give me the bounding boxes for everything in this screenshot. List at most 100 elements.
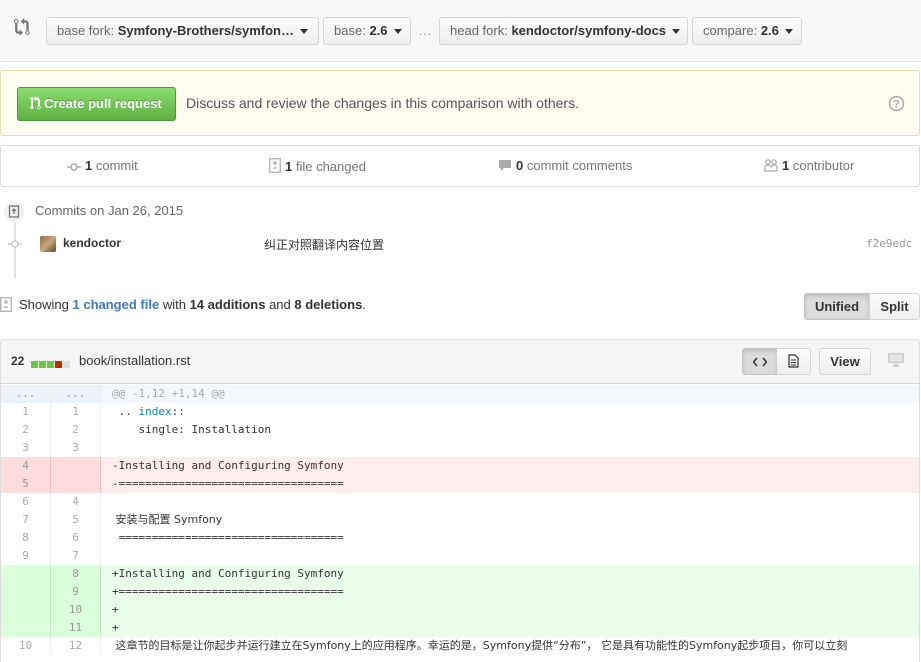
- create-pull-request-button[interactable]: Create pull request: [17, 87, 176, 121]
- deletions-count: 8 deletions: [294, 297, 363, 312]
- diff-table: ...... @@ -1,12 +1,14 @@ 1 1 .. index:: 2 2 s…: [1, 385, 919, 655]
- old-line-number: 4: [1, 457, 51, 475]
- compare-prefix: compare:: [703, 23, 758, 38]
- diff-line: 5 -==================================: [1, 475, 919, 493]
- rich-diff-button[interactable]: [777, 348, 811, 375]
- diffstat-block: [47, 361, 54, 368]
- new-line-number: 8: [51, 565, 101, 583]
- base-fork-select[interactable]: base fork: Symfony-Brothers/symfon…: [46, 17, 319, 45]
- diff-line-count: 22: [11, 354, 25, 368]
- comments-label: commit comments: [526, 158, 633, 173]
- old-line-number: [1, 619, 51, 637]
- file-text-icon: [788, 354, 799, 368]
- diff-line: 9 +==================================: [1, 583, 919, 601]
- head-fork-select[interactable]: head fork: kendoctor/symfony-docs: [439, 17, 688, 45]
- code-text: -==================================: [101, 475, 919, 493]
- changed-files-link[interactable]: 1 changed file: [73, 297, 160, 312]
- commits-date-heading: Commits on Jan 26, 2015: [35, 203, 184, 218]
- view-file-button[interactable]: View: [819, 348, 871, 375]
- commit-icon: [8, 240, 22, 248]
- hunk-text: @@ -1,12 +1,14 @@: [112, 387, 225, 400]
- svg-text:?: ?: [893, 99, 900, 111]
- code-text: ==================================: [112, 531, 344, 544]
- commits-stat[interactable]: 1 commit: [67, 158, 138, 173]
- commit-message[interactable]: 纠正对照翻译内容位置: [264, 236, 384, 253]
- diff-hunk-header: ...... @@ -1,12 +1,14 @@: [1, 385, 919, 403]
- caret-down-icon: [393, 29, 402, 35]
- code-text: +: [101, 601, 919, 619]
- base-value: 2.6: [369, 23, 388, 38]
- compare-range-bar: base fork: Symfony-Brothers/symfon… base…: [0, 0, 921, 62]
- base-branch-select[interactable]: base: 2.6: [323, 17, 411, 45]
- diff-line: 8 +Installing and Configuring Symfony: [1, 565, 919, 583]
- new-line-number: 2: [51, 421, 101, 439]
- new-line-number: [51, 457, 101, 475]
- old-line-number: [1, 601, 51, 619]
- contributors-stat[interactable]: 1 contributor: [764, 158, 854, 173]
- new-line-number: 4: [51, 493, 101, 511]
- help-icon[interactable]: ?: [888, 95, 905, 112]
- and-label: and: [269, 297, 291, 312]
- code-text: 安装与配置 Symfony: [112, 513, 223, 526]
- code-text: +Installing and Configuring Symfony: [101, 565, 919, 583]
- unified-view-button[interactable]: Unified: [804, 293, 870, 320]
- old-line-number: 6: [1, 493, 51, 511]
- split-view-button[interactable]: Split: [869, 293, 920, 320]
- diff-summary: Showing 1 changed file with 14 additions…: [19, 297, 366, 312]
- file-path[interactable]: book/installation.rst: [79, 353, 190, 368]
- files-changed-stat[interactable]: 1 file changed: [269, 158, 366, 174]
- diff-line: 64: [1, 493, 919, 511]
- diff-line: 33: [1, 439, 919, 457]
- diff-line: 11 +: [1, 619, 919, 637]
- banner-text: Discuss and review the changes in this c…: [186, 95, 579, 111]
- commit-author[interactable]: kendoctor: [63, 236, 121, 250]
- compare-branch-select[interactable]: compare: 2.6: [692, 17, 802, 45]
- comments-count: 0: [516, 158, 524, 173]
- new-line-number: 11: [51, 619, 101, 637]
- code-text: single: Installation: [112, 423, 271, 436]
- source-view-button[interactable]: [742, 348, 778, 375]
- old-line-number: [1, 583, 51, 601]
- old-line-number: 7: [1, 511, 51, 529]
- code-text: +: [101, 619, 919, 637]
- new-line-number: [51, 475, 101, 493]
- commit-sha[interactable]: f2e9edc: [866, 237, 912, 250]
- diffstat-block: [31, 361, 38, 368]
- caret-down-icon: [299, 29, 308, 35]
- code-text: -Installing and Configuring Symfony: [101, 457, 919, 475]
- pull-request-icon: [30, 96, 41, 110]
- new-line-number: 12: [51, 637, 101, 655]
- diff-line: 4 -Installing and Configuring Symfony: [1, 457, 919, 475]
- device-desktop-icon[interactable]: [887, 352, 905, 368]
- diffstat: [31, 356, 71, 371]
- create-pull-request-label: Create pull request: [44, 96, 162, 111]
- diff-line: 75 安装与配置 Symfony: [1, 511, 919, 529]
- organization-icon: [764, 159, 778, 172]
- additions-count: 14 additions: [189, 297, 266, 312]
- file-diff-icon: [0, 297, 12, 312]
- old-line-number: 5: [1, 475, 51, 493]
- diffstat-block: [39, 361, 46, 368]
- old-line-number: 9: [1, 547, 51, 565]
- file-diff: 22 book/installation.rst View ...... @@ -…: [0, 339, 920, 662]
- file-diff-icon: [269, 158, 281, 173]
- showing-label: Showing: [19, 297, 69, 312]
- diff-line: 22 single: Installation: [1, 421, 919, 439]
- diffstat-block: [55, 361, 62, 368]
- commit-comments-stat[interactable]: 0 commit comments: [498, 158, 632, 173]
- diff-line: 11 .. index::: [1, 403, 919, 421]
- old-line-number: 3: [1, 439, 51, 457]
- with-label: with: [162, 297, 186, 312]
- code-text: +==================================: [101, 583, 919, 601]
- avatar[interactable]: [40, 236, 56, 252]
- diff-line: 10 12 这章节的目标是让你起步并运行建立在Symfony上的应用程序。幸运的是…: [1, 637, 919, 655]
- new-line-number: 6: [51, 529, 101, 547]
- diff-line: 86 ==================================: [1, 529, 919, 547]
- comparison-stats: 1 commit 1 file changed 0 commit comment…: [0, 145, 920, 187]
- range-dots: …: [418, 22, 432, 38]
- new-line-number: 5: [51, 511, 101, 529]
- new-line-number: 7: [51, 547, 101, 565]
